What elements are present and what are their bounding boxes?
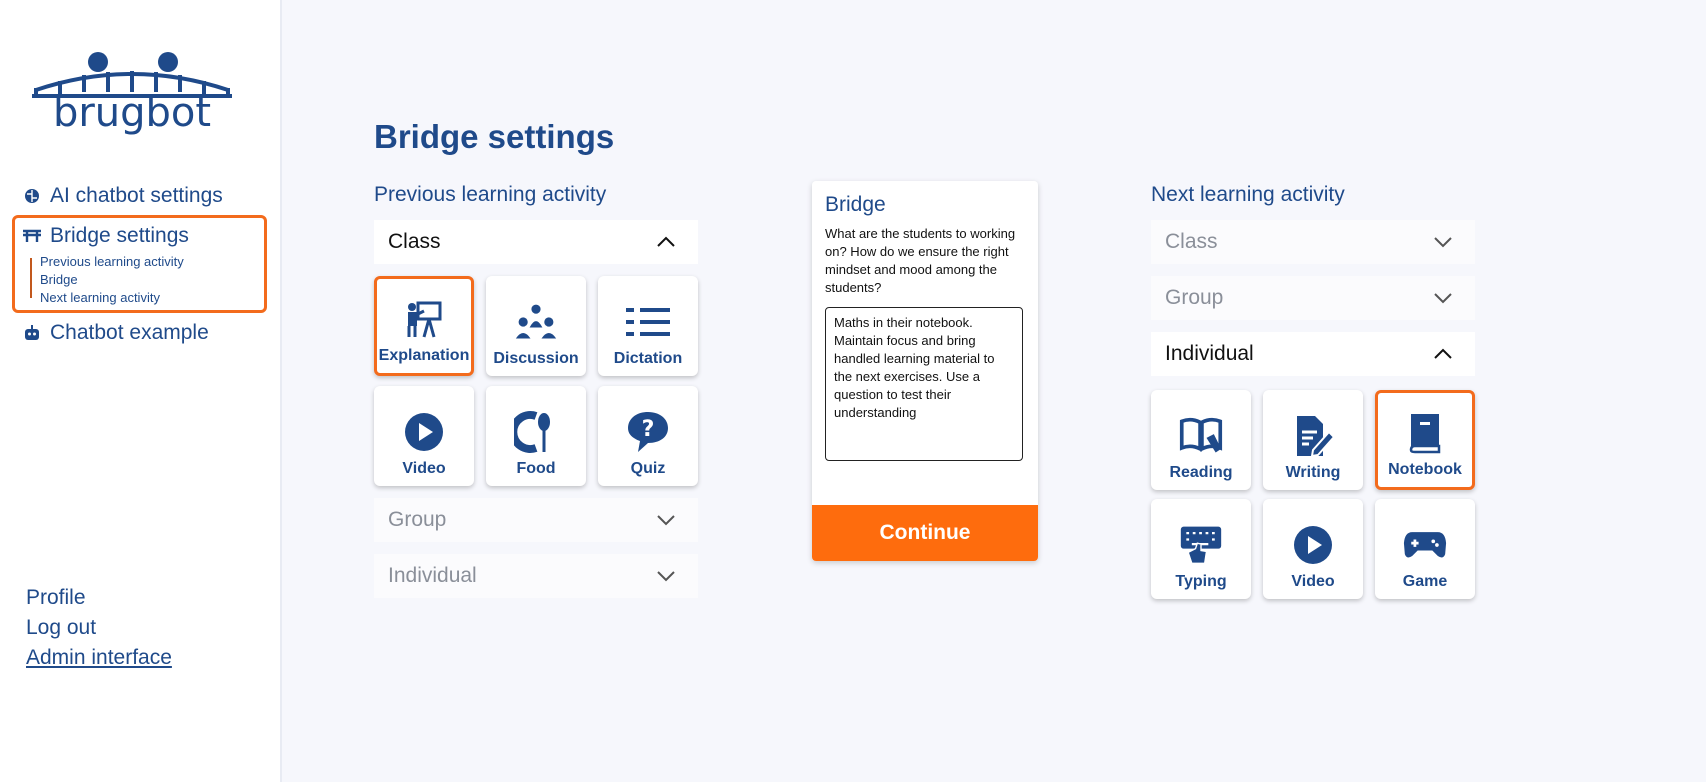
next-activity-title: Next learning activity (1151, 183, 1345, 206)
tile-label: Video (402, 460, 446, 477)
dropdown-label: Individual (388, 564, 477, 587)
bridge-textarea[interactable]: Maths in their notebook. Maintain focus … (825, 307, 1023, 461)
nav-bridge-settings[interactable]: Bridge settings (22, 224, 189, 248)
profile-link[interactable]: Profile (26, 583, 172, 613)
tile-reading[interactable]: Reading (1151, 390, 1251, 490)
dropdown-label: Class (1165, 230, 1218, 253)
previous-class-dropdown[interactable]: Class (374, 220, 698, 264)
chevron-up-icon (657, 236, 675, 247)
tile-label: Quiz (630, 460, 666, 477)
tile-quiz[interactable]: ? Quiz (598, 386, 698, 486)
tile-food[interactable]: Food (486, 386, 586, 486)
bridge-card: Bridge What are the students to working … (812, 181, 1038, 561)
sub-nav-next[interactable]: Next learning activity (40, 289, 184, 307)
play-icon (402, 410, 446, 454)
next-class-dropdown[interactable]: Class (1151, 220, 1475, 264)
tile-writing[interactable]: Writing (1263, 390, 1363, 490)
tile-label: Explanation (378, 347, 470, 364)
dropdown-label: Class (388, 230, 441, 253)
brain-icon (22, 186, 42, 206)
chevron-down-icon (657, 515, 675, 526)
chevron-up-icon (1434, 348, 1452, 359)
brugbot-logo[interactable]: brugbot (32, 48, 232, 138)
sub-nav-previous[interactable]: Previous learning activity (40, 253, 184, 271)
gamepad-icon (1403, 523, 1447, 567)
tile-game[interactable]: Game (1375, 499, 1475, 599)
play-icon (1291, 523, 1335, 567)
bottom-links: Profile Log out Admin interface (26, 583, 172, 673)
nav-ai-chatbot-settings[interactable]: AI chatbot settings (22, 184, 223, 208)
sidebar: brugbot AI chatbot settings Bridge setti… (0, 0, 282, 782)
tile-video[interactable]: Video (374, 386, 474, 486)
nav-label: AI chatbot settings (50, 184, 223, 207)
next-individual-dropdown[interactable]: Individual (1151, 332, 1475, 376)
tile-label: Dictation (613, 350, 683, 367)
tile-dictation[interactable]: Dictation (598, 276, 698, 376)
bridge-title: Bridge (825, 193, 886, 216)
book-open-icon (1179, 414, 1223, 458)
nav-chatbot-example[interactable]: Chatbot example (22, 321, 209, 345)
admin-interface-link[interactable]: Admin interface (26, 643, 172, 673)
food-icon (514, 410, 558, 454)
next-group-dropdown[interactable]: Group (1151, 276, 1475, 320)
tile-explanation[interactable]: Explanation (374, 276, 474, 376)
bridge-logo-icon: brugbot (32, 52, 232, 136)
bridge-icon (22, 226, 42, 246)
dropdown-label: Group (388, 508, 447, 531)
dropdown-label: Individual (1165, 342, 1254, 365)
tile-notebook[interactable]: Notebook (1375, 390, 1475, 490)
tile-label: Discussion (493, 350, 579, 367)
teacher-board-icon (402, 297, 446, 341)
svg-text:?: ? (642, 417, 655, 442)
sub-nav-bridge[interactable]: Bridge (40, 271, 184, 289)
tile-video-next[interactable]: Video (1263, 499, 1363, 599)
chevron-down-icon (1434, 237, 1452, 248)
tile-label: Notebook (1388, 461, 1462, 478)
pen-document-icon (1291, 414, 1335, 458)
sub-nav-line (30, 258, 32, 298)
chevron-down-icon (1434, 293, 1452, 304)
tile-discussion[interactable]: Discussion (486, 276, 586, 376)
tile-typing[interactable]: Typing (1151, 499, 1251, 599)
tile-label: Food (516, 460, 556, 477)
previous-group-dropdown[interactable]: Group (374, 498, 698, 542)
question-icon: ? (626, 410, 670, 454)
previous-individual-dropdown[interactable]: Individual (374, 554, 698, 598)
keyboard-icon (1179, 523, 1223, 567)
nav-label: Chatbot example (50, 321, 209, 344)
nav-label: Bridge settings (50, 224, 189, 247)
bridge-question: What are the students to working on? How… (825, 226, 1016, 295)
tile-label: Reading (1169, 464, 1233, 481)
group-people-icon (514, 300, 558, 344)
notebook-icon (1403, 411, 1447, 455)
robot-icon (22, 323, 42, 343)
page-title: Bridge settings (374, 118, 615, 155)
logout-link[interactable]: Log out (26, 613, 172, 643)
tile-label: Writing (1285, 464, 1341, 481)
tile-label: Game (1402, 573, 1448, 590)
dropdown-label: Group (1165, 286, 1224, 309)
chevron-down-icon (657, 571, 675, 582)
continue-button[interactable]: Continue (812, 505, 1038, 561)
svg-text:brugbot: brugbot (53, 90, 211, 136)
sub-nav-list: Previous learning activity Bridge Next l… (40, 253, 184, 307)
list-lines-icon (626, 300, 670, 344)
tile-label: Video (1291, 573, 1335, 590)
previous-activity-title: Previous learning activity (374, 183, 607, 206)
tile-label: Typing (1175, 573, 1227, 590)
